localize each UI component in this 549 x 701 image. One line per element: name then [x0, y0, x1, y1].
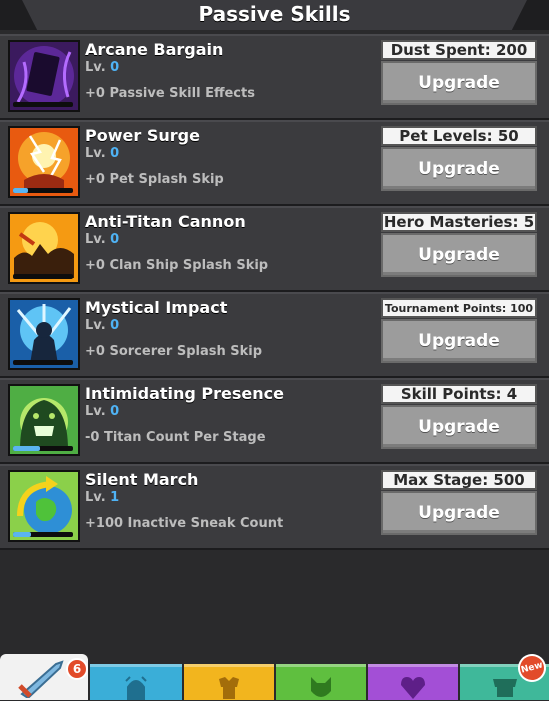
tab-pet[interactable]: [276, 664, 366, 700]
skill-level: Lv. 1: [85, 490, 120, 505]
clan-icon: [401, 677, 425, 699]
skill-row-intimidating-presence: Intimidating Presence Lv. 0 -0 Titan Cou…: [0, 378, 549, 464]
skill-name: Intimidating Presence: [85, 384, 284, 403]
arcane-bargain-icon: [8, 40, 80, 112]
skill-effect: +0 Sorcerer Splash Skip: [85, 344, 263, 359]
notification-badge: 6: [66, 658, 88, 680]
bottom-nav: 6 New: [0, 650, 549, 700]
skill-effect: -0 Titan Count Per Stage: [85, 430, 266, 445]
progress-fill: [13, 446, 40, 451]
silent-march-icon: [8, 470, 80, 542]
skill-row-arcane-bargain: Arcane Bargain Lv. 0 +0 Passive Skill Ef…: [0, 34, 549, 120]
upgrade-button[interactable]: Upgrade: [381, 147, 537, 191]
requirement-label: Dust Spent: 200: [381, 40, 537, 60]
mystical-impact-icon: [8, 298, 80, 370]
progress-fill: [13, 532, 31, 537]
page-title: Passive Skills: [198, 2, 351, 26]
tab-hero[interactable]: [90, 664, 182, 700]
requirement-label: Skill Points: 4: [381, 384, 537, 404]
skill-name: Anti-Titan Cannon: [85, 212, 246, 231]
skill-name: Mystical Impact: [85, 298, 228, 317]
skill-level: Lv. 0: [85, 146, 120, 161]
requirement-label: Tournament Points: 100: [381, 298, 537, 318]
skill-level: Lv. 0: [85, 318, 120, 333]
skill-effect: +0 Clan Ship Splash Skip: [85, 258, 269, 273]
header: Passive Skills: [0, 0, 549, 30]
skill-name: Arcane Bargain: [85, 40, 224, 59]
skill-effect: +0 Passive Skill Effects: [85, 86, 255, 101]
progress-bar: [13, 532, 73, 537]
intimidating-presence-icon: [8, 384, 80, 456]
progress-bar: [13, 446, 73, 451]
requirement-label: Max Stage: 500: [381, 470, 537, 490]
skill-row-power-surge: Power Surge Lv. 0 +0 Pet Splash Skip Pet…: [0, 120, 549, 206]
skill-row-mystical-impact: Mystical Impact Lv. 0 +0 Sorcerer Splash…: [0, 292, 549, 378]
skill-name: Power Surge: [85, 126, 200, 145]
skill-level: Lv. 0: [85, 404, 120, 419]
skill-level: Lv. 0: [85, 60, 120, 75]
upgrade-button[interactable]: Upgrade: [381, 61, 537, 105]
upgrade-button[interactable]: Upgrade: [381, 233, 537, 277]
armor-icon: [219, 677, 239, 699]
shop-icon: [492, 679, 517, 697]
progress-fill: [13, 188, 28, 193]
requirement-label: Hero Masteries: 5: [381, 212, 537, 232]
anti-titan-cannon-icon: [8, 212, 80, 284]
progress-bar: [13, 188, 73, 193]
skill-row-silent-march: Silent March Lv. 1 +100 Inactive Sneak C…: [0, 464, 549, 550]
skill-row-anti-titan-cannon: Anti-Titan Cannon Lv. 0 +0 Clan Ship Spl…: [0, 206, 549, 292]
progress-bar: [13, 360, 73, 365]
sword-icon: [18, 660, 64, 698]
requirement-label: Pet Levels: 50: [381, 126, 537, 146]
skill-effect: +0 Pet Splash Skip: [85, 172, 224, 187]
pet-icon: [311, 677, 331, 697]
tab-armor[interactable]: [184, 664, 274, 700]
upgrade-button[interactable]: Upgrade: [381, 319, 537, 363]
power-surge-icon: [8, 126, 80, 198]
tab-clan[interactable]: [368, 664, 458, 700]
progress-bar: [13, 102, 73, 107]
hero-icon: [125, 676, 147, 700]
skill-level: Lv. 0: [85, 232, 120, 247]
skill-effect: +100 Inactive Sneak Count: [85, 516, 284, 531]
skill-name: Silent March: [85, 470, 199, 489]
upgrade-button[interactable]: Upgrade: [381, 405, 537, 449]
upgrade-button[interactable]: Upgrade: [381, 491, 537, 535]
progress-bar: [13, 274, 73, 279]
